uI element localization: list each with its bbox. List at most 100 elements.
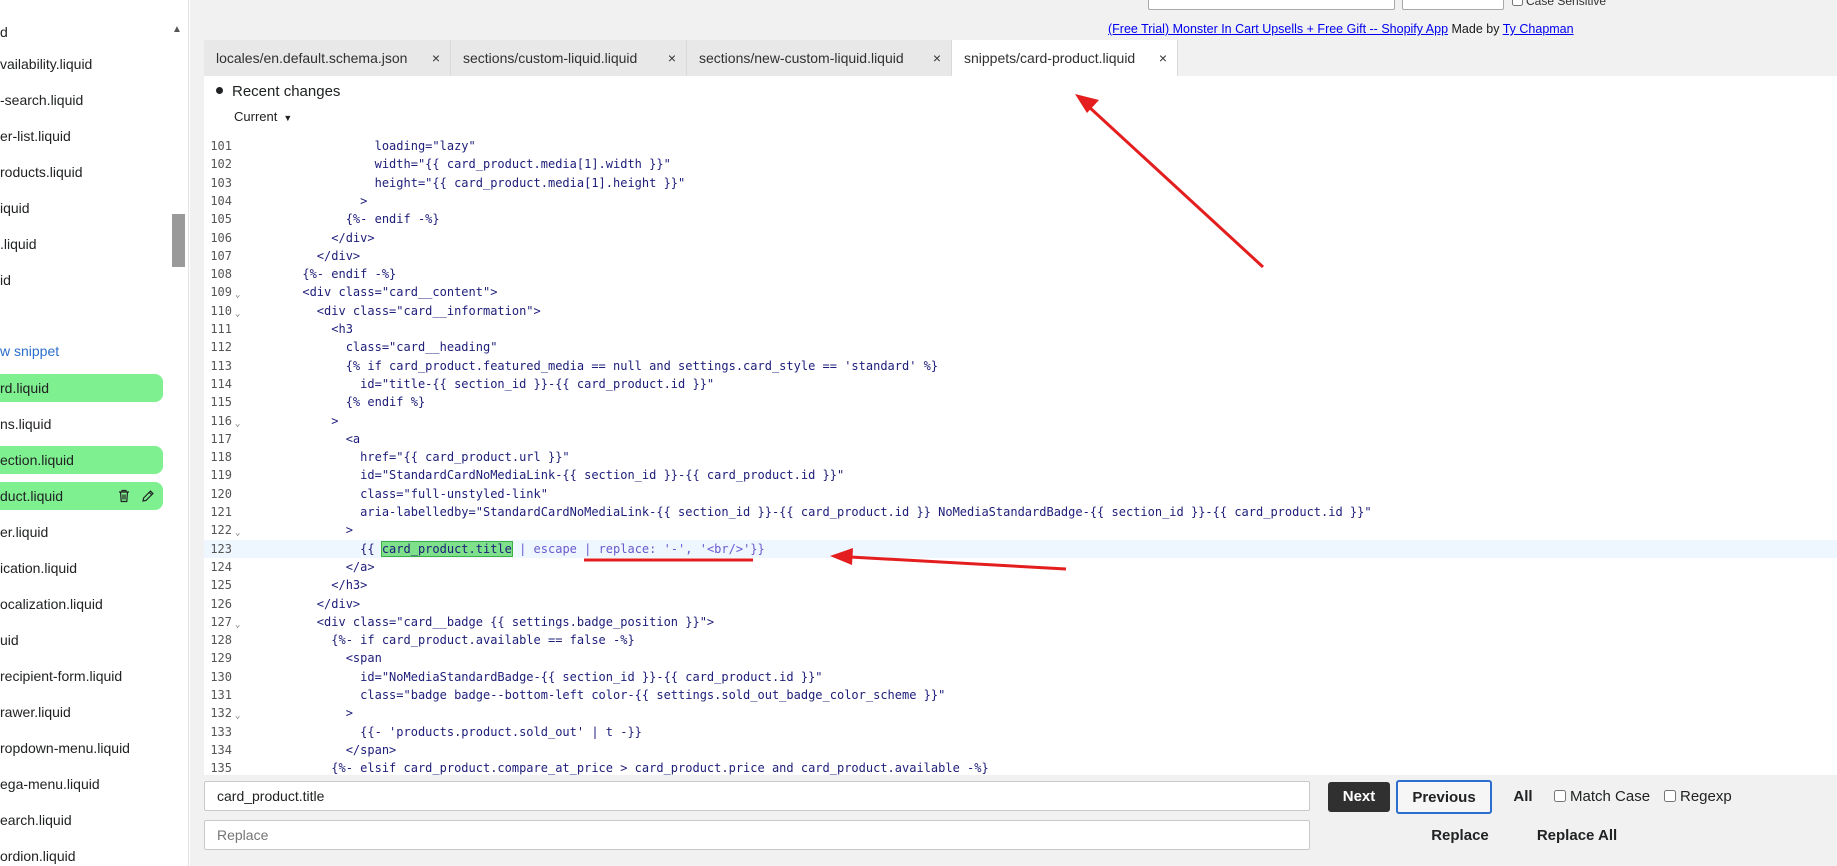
code-line[interactable]: 133 {{- 'products.product.sold_out' | t … xyxy=(204,723,1837,741)
close-icon[interactable]: × xyxy=(933,40,941,76)
sidebar-item-label: vailability.liquid xyxy=(0,56,93,72)
code-line[interactable]: 114 id="title-{{ section_id }}-{{ card_p… xyxy=(204,375,1837,393)
tab-locales-schema[interactable]: locales/en.default.schema.json × xyxy=(204,40,451,76)
code-area[interactable]: 101 loading="lazy" 102 width="{{ card_pro… xyxy=(204,137,1837,775)
line-number: 119 xyxy=(210,468,232,483)
regexp-checkbox[interactable] xyxy=(1664,790,1676,802)
regexp-option[interactable]: Regexp xyxy=(1664,788,1732,805)
code-line[interactable]: 125 </h3> xyxy=(204,576,1837,594)
tab-new-custom-liquid[interactable]: sections/new-custom-liquid.liquid × xyxy=(687,40,952,76)
code-text: {{ card_product.title | escape | replace… xyxy=(259,540,765,558)
code-line[interactable]: 130 id="NoMediaStandardBadge-{{ section_… xyxy=(204,668,1837,686)
code-line[interactable]: 118 href="{{ card_product.url }}" xyxy=(204,448,1837,466)
code-line[interactable]: 103 height="{{ card_product.media[1].hei… xyxy=(204,174,1837,192)
code-text: id="title-{{ section_id }}-{{ card_produ… xyxy=(259,376,715,391)
match-case-label: Match Case xyxy=(1570,788,1651,805)
code-line[interactable]: 129 <span xyxy=(204,649,1837,667)
code-text: {% if card_product.featured_media == nul… xyxy=(259,358,939,373)
find-input[interactable] xyxy=(204,781,1310,811)
all-button[interactable]: All xyxy=(1500,782,1546,812)
close-icon[interactable]: × xyxy=(668,40,676,76)
code-text: id="StandardCardNoMediaLink-{{ section_i… xyxy=(259,468,845,483)
top-search-field[interactable] xyxy=(1148,0,1395,10)
tab-custom-liquid[interactable]: sections/custom-liquid.liquid × xyxy=(451,40,687,76)
replace-button[interactable]: Replace xyxy=(1414,821,1506,851)
code-line[interactable]: 106 </div> xyxy=(204,229,1837,247)
code-text: <a xyxy=(259,431,361,446)
code-text: > xyxy=(259,193,368,208)
match-case-option[interactable]: Match Case xyxy=(1554,788,1650,805)
code-line[interactable]: 135 {%- elsif card_product.compare_at_pr… xyxy=(204,759,1837,775)
code-line[interactable]: 122 ⌄ > xyxy=(204,521,1837,539)
line-number: 112 xyxy=(210,340,232,355)
code-line[interactable]: 132 ⌄ > xyxy=(204,704,1837,722)
code-line[interactable]: 119 id="StandardCardNoMediaLink-{{ secti… xyxy=(204,466,1837,484)
promo-link[interactable]: (Free Trial) Monster In Cart Upsells + F… xyxy=(1108,22,1448,36)
case-sensitive-option[interactable]: Case Sensitive xyxy=(1512,0,1606,8)
code-line[interactable]: 105 {%- endif -%} xyxy=(204,210,1837,228)
code-text: > xyxy=(259,413,339,428)
sidebar-item[interactable]: duct.liquid xyxy=(0,482,163,510)
promo-author-link[interactable]: Ty Chapman xyxy=(1503,22,1574,36)
code-line[interactable]: 112 class="card__heading" xyxy=(204,338,1837,356)
code-line[interactable]: 109 ⌄ <div class="card__content"> xyxy=(204,283,1837,301)
file-sidebar: d vailability.liquid -search.liquid er-list… xyxy=(0,0,189,866)
pencil-icon[interactable] xyxy=(141,489,155,503)
code-line[interactable]: 134 </span> xyxy=(204,741,1837,759)
code-line[interactable]: 123 {{ card_product.title | escape | rep… xyxy=(204,539,1837,558)
sidebar-item[interactable]: ection.liquid xyxy=(0,446,163,474)
tab-card-product[interactable]: snippets/card-product.liquid × xyxy=(952,40,1178,76)
code-text-pre: {{ xyxy=(259,541,382,556)
code-text: <div class="card__badge {{ settings.badg… xyxy=(259,614,715,629)
code-line[interactable]: 104 > xyxy=(204,192,1837,210)
promo-banner: (Free Trial) Monster In Cart Upsells + F… xyxy=(1108,22,1574,36)
top-search-button[interactable] xyxy=(1402,0,1504,10)
code-line[interactable]: 115 {% endif %} xyxy=(204,393,1837,411)
sidebar-item-label: iquid xyxy=(0,200,30,216)
code-line[interactable]: 108 {%- endif -%} xyxy=(204,265,1837,283)
line-number: 111 xyxy=(210,322,232,336)
code-line[interactable]: 113 {% if card_product.featured_media ==… xyxy=(204,357,1837,375)
code-line[interactable]: 107 </div> xyxy=(204,247,1837,265)
code-line[interactable]: 127 ⌄ <div class="card__badge {{ settings… xyxy=(204,613,1837,631)
code-line[interactable]: 102 width="{{ card_product.media[1].widt… xyxy=(204,155,1837,173)
sidebar-item-label: ns.liquid xyxy=(0,416,52,432)
code-line[interactable]: 128 {%- if card_product.available == fal… xyxy=(204,631,1837,649)
next-button[interactable]: Next xyxy=(1328,782,1390,812)
tab-label-prefix: snippets/ xyxy=(964,50,1021,66)
sidebar-item-label: uid xyxy=(0,632,19,648)
previous-button[interactable]: Previous xyxy=(1396,780,1492,814)
close-icon[interactable]: × xyxy=(1159,40,1167,76)
code-line[interactable]: 111 <h3 xyxy=(204,320,1837,338)
match-case-checkbox[interactable] xyxy=(1554,790,1566,802)
code-line[interactable]: 116 ⌄ > xyxy=(204,412,1837,430)
code-text: </span> xyxy=(259,742,397,757)
line-number: 116 xyxy=(210,413,232,428)
code-line[interactable]: 124 </a> xyxy=(204,558,1837,576)
line-number: 126 xyxy=(210,596,232,611)
trash-icon[interactable] xyxy=(117,489,131,503)
code-line[interactable]: 110 ⌄ <div class="card__information"> xyxy=(204,302,1837,320)
line-number: 117 xyxy=(210,431,232,446)
code-text: {%- endif -%} xyxy=(259,212,440,227)
line-number: 121 xyxy=(210,505,232,519)
line-number: 101 xyxy=(210,139,232,153)
code-line[interactable]: 120 class="full-unstyled-link" xyxy=(204,485,1837,503)
code-text: </div> xyxy=(259,596,361,611)
code-line[interactable]: 131 class="badge badge--bottom-left colo… xyxy=(204,686,1837,704)
scroll-up-arrow-icon[interactable]: ▲ xyxy=(172,24,182,35)
code-line[interactable]: 121 aria-labelledby="StandardCardNoMedia… xyxy=(204,503,1837,521)
sidebar-scrollbar[interactable] xyxy=(172,214,185,267)
sidebar-item[interactable]: rd.liquid xyxy=(0,374,163,402)
version-dropdown[interactable]: Current ▼ xyxy=(234,109,292,124)
sidebar-item-label: ropdown-menu.liquid xyxy=(0,740,130,756)
close-icon[interactable]: × xyxy=(432,40,440,76)
code-line[interactable]: 117 <a xyxy=(204,430,1837,448)
code-text: <span xyxy=(259,651,382,666)
code-line[interactable]: 101 loading="lazy" xyxy=(204,137,1837,155)
replace-all-button[interactable]: Replace All xyxy=(1524,821,1630,851)
case-sensitive-checkbox[interactable] xyxy=(1512,0,1523,6)
code-line[interactable]: 126 </div> xyxy=(204,595,1837,613)
replace-input[interactable] xyxy=(204,820,1310,850)
code-text: <div class="card__information"> xyxy=(259,303,541,318)
